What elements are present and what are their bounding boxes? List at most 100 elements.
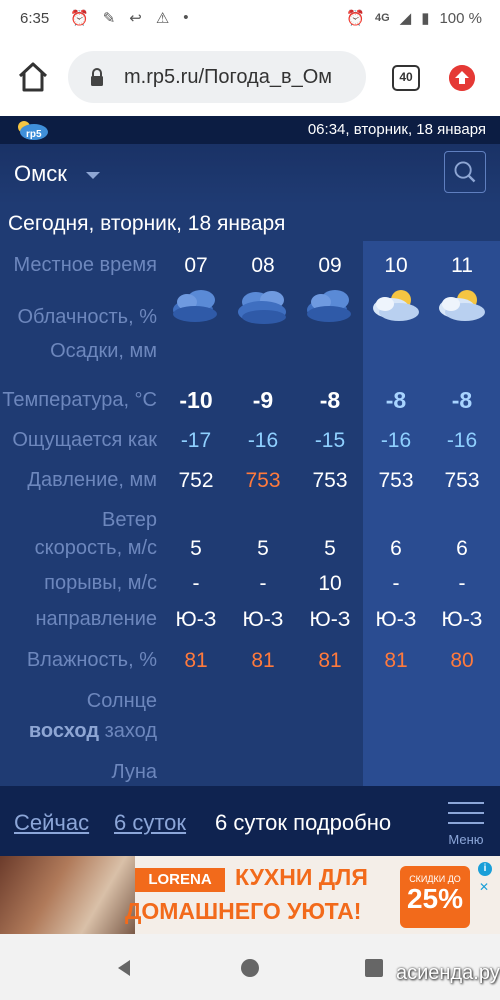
weather-page: rp5 06:34, вторник, 18 января Омск Сегод… <box>0 116 500 856</box>
ad-discount-badge: СКИДКИ ДО 25% <box>400 866 470 928</box>
battery-icon: ▮ <box>421 10 430 27</box>
search-icon[interactable] <box>444 151 486 193</box>
cloudy-sun-icon[interactable] <box>433 282 491 328</box>
humidity-cell: 81 <box>384 649 408 672</box>
ad-banner[interactable]: LORENA КУХНИ ДЛЯ ДОМАШНЕГО УЮТА! СКИДКИ … <box>0 856 500 934</box>
wind-speed-cell: 5 <box>190 537 202 560</box>
direction-cell: Ю-З <box>242 608 284 631</box>
chevron-down-icon[interactable] <box>86 172 100 179</box>
cloudy-night-icon[interactable] <box>167 282 225 328</box>
city-row: Омск <box>0 144 500 204</box>
home-circle-icon[interactable] <box>240 958 260 978</box>
update-arrow-icon[interactable] <box>449 65 475 91</box>
hamburger-icon <box>448 822 484 824</box>
hour-cell: 11 <box>451 254 473 277</box>
direction-cell: Ю-З <box>175 608 217 631</box>
network-type: 4G <box>374 12 390 24</box>
humidity-cell: 81 <box>184 649 208 672</box>
feels-like-cell: -16 <box>380 429 412 452</box>
app-notification-icon: ✎ <box>102 10 116 27</box>
notification-icons: ⏰ ✎ ↩ ⚠ • <box>70 9 189 27</box>
wind-speed-cell: 5 <box>257 537 269 560</box>
moon-label: Луна <box>111 761 157 783</box>
sun-label: Солнце <box>86 690 157 712</box>
today-title: Сегодня, вторник, 18 января <box>8 212 286 235</box>
status-bar: 6:35 ⏰ ✎ ↩ ⚠ • ⏰ 4G ◢ ▮ 100 % <box>0 0 500 38</box>
warning-icon: ⚠ <box>155 10 170 27</box>
pressure-cell: 753 <box>312 469 348 492</box>
alarm-icon: ⏰ <box>346 10 365 27</box>
precipitation-label: Осадки, мм <box>50 340 157 362</box>
pressure-cell: 753 <box>245 469 281 492</box>
battery-level: 100 % <box>439 9 482 27</box>
sunset-label: заход <box>104 720 157 742</box>
svg-text:rp5: rp5 <box>26 129 42 140</box>
lock-icon <box>91 68 103 86</box>
cloudy-sun-icon[interactable] <box>367 282 425 328</box>
gusts-cell: - <box>259 572 267 595</box>
nav-six-days-link[interactable]: 6 суток <box>114 810 186 836</box>
temperature-label: Температура, °С <box>2 389 157 411</box>
cloudiness-label: Облачность, % <box>17 306 157 328</box>
header-datetime: 06:34, вторник, 18 января <box>307 121 486 138</box>
gusts-cell: 10 <box>318 572 342 595</box>
wind-speed-label: скорость, м/с <box>34 537 157 559</box>
feels-like-cell: -16 <box>446 429 478 452</box>
overcast-icon[interactable] <box>234 282 292 328</box>
system-nav-bar: асиенда.ру <box>0 934 500 1000</box>
local-time-label: Местное время <box>13 254 157 276</box>
pressure-cell: 753 <box>378 469 414 492</box>
ad-brand: LORENA <box>135 868 225 892</box>
humidity-label: Влажность, % <box>26 649 157 671</box>
ad-badge-value: 25% <box>406 883 464 914</box>
missed-call-icon: ↩ <box>129 10 142 27</box>
system-icons: ⏰ 4G ◢ ▮ 100 % <box>346 9 482 28</box>
direction-cell: Ю-З <box>441 608 483 631</box>
gusts-cell: - <box>192 572 200 595</box>
gusts-cell: - <box>392 572 400 595</box>
ad-info-icon[interactable]: i <box>478 862 492 876</box>
wind-speed-cell: 5 <box>324 537 336 560</box>
nav-now-link[interactable]: Сейчас <box>14 810 89 836</box>
wind-speed-cell: 6 <box>390 537 402 560</box>
feels-like-cell: -15 <box>314 429 346 452</box>
direction-cell: Ю-З <box>375 608 417 631</box>
hour-cell: 08 <box>251 254 275 277</box>
recents-icon[interactable] <box>365 959 383 977</box>
gusts-cell: - <box>458 572 466 595</box>
address-bar[interactable]: m.rp5.ru/Погода_в_Ом <box>68 51 366 103</box>
hamburger-icon <box>448 812 484 814</box>
menu-label: Меню <box>448 832 484 847</box>
cloudy-night-icon[interactable] <box>301 282 359 328</box>
home-icon[interactable] <box>16 60 50 94</box>
city-selector[interactable]: Омск <box>14 161 67 187</box>
alarm-icon: ⏰ <box>70 10 89 27</box>
temperature-cell: -8 <box>451 387 473 413</box>
pressure-cell: 752 <box>178 469 214 492</box>
ad-close-icon[interactable]: ✕ <box>479 880 489 894</box>
back-icon[interactable] <box>114 958 134 978</box>
temperature-cell: -8 <box>385 387 407 413</box>
temperature-cell: -10 <box>179 387 213 413</box>
tab-switcher-button[interactable]: 40 <box>392 65 420 91</box>
browser-toolbar: m.rp5.ru/Погода_в_Ом 40 <box>0 38 500 116</box>
humidity-cell: 81 <box>251 649 275 672</box>
wind-speed-cell: 6 <box>456 537 468 560</box>
sunrise-sunset-label: восход заход <box>29 720 157 743</box>
signal-icon: ◢ <box>399 10 412 27</box>
sunrise-label: восход <box>28 720 100 742</box>
rp5-logo[interactable]: rp5 <box>14 119 50 141</box>
hamburger-icon <box>448 802 484 804</box>
app-header: rp5 06:34, вторник, 18 января <box>0 116 500 144</box>
pressure-label: Давление, мм <box>27 469 157 491</box>
nav-six-days-detail: 6 суток подробно <box>215 810 392 835</box>
hour-cell: 10 <box>384 254 408 277</box>
menu-button[interactable]: Меню <box>444 800 488 848</box>
bottom-nav: Сейчас 6 суток 6 суток подробно Меню <box>0 786 500 856</box>
direction-cell: Ю-З <box>309 608 351 631</box>
temperature-cell: -9 <box>252 387 274 413</box>
ad-headline-2: ДОМАШНЕГО УЮТА! <box>125 898 362 924</box>
ad-headline-1: КУХНИ ДЛЯ <box>235 864 368 890</box>
feels-like-label: Ощущается как <box>12 429 157 451</box>
temperature-cell: -8 <box>319 387 341 413</box>
